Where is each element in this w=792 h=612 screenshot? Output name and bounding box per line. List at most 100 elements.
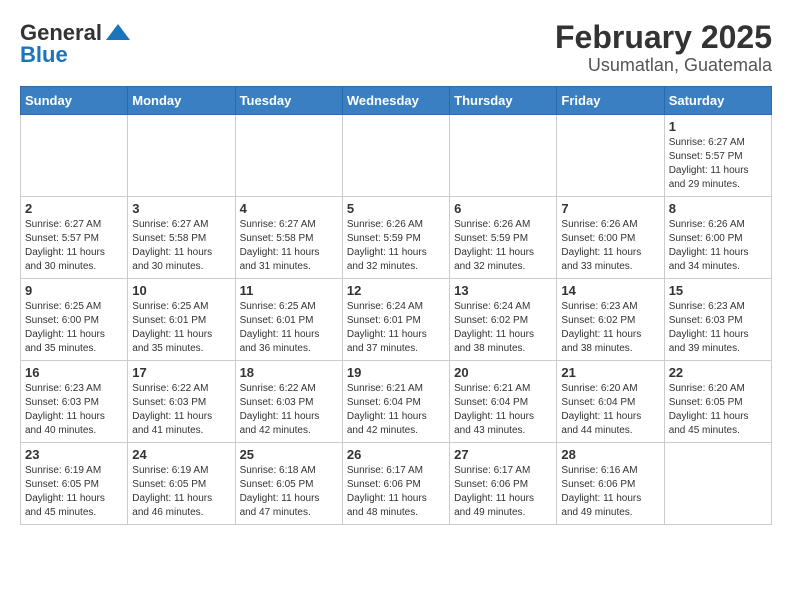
day-info: Sunrise: 6:27 AM Sunset: 5:57 PM Dayligh…	[669, 136, 767, 192]
calendar-cell: 7 Sunrise: 6:26 AM Sunset: 6:00 PM Daylig…	[557, 197, 664, 279]
calendar-cell: 10 Sunrise: 6:25 AM Sunset: 6:01 PM Dayli…	[128, 279, 235, 361]
calendar-cell	[664, 443, 771, 525]
calendar-cell: 20Sunrise: 6:21 AM Sunset: 6:04 PM Dayli…	[450, 361, 557, 443]
day-info: Sunrise: 6:18 AM Sunset: 6:05 PM Dayligh…	[240, 464, 338, 520]
weekday-header: Sunday	[21, 87, 128, 115]
day-number: 25	[240, 447, 338, 462]
calendar-cell	[235, 115, 342, 197]
day-info: Sunrise: 6:27 AM Sunset: 5:57 PM Dayligh…	[25, 218, 123, 274]
day-info: Sunrise: 6:20 AM Sunset: 6:05 PM Dayligh…	[669, 382, 767, 438]
logo: General Blue	[20, 20, 132, 68]
day-info: Sunrise: 6:22 AM Sunset: 6:03 PM Dayligh…	[240, 382, 338, 438]
calendar-cell: 4 Sunrise: 6:27 AM Sunset: 5:58 PM Daylig…	[235, 197, 342, 279]
day-number: 22	[669, 365, 767, 380]
weekday-header: Wednesday	[342, 87, 449, 115]
calendar-cell: 12 Sunrise: 6:24 AM Sunset: 6:01 PM Dayli…	[342, 279, 449, 361]
day-info: Sunrise: 6:25 AM Sunset: 6:01 PM Dayligh…	[132, 300, 230, 356]
day-info: Sunrise: 6:26 AM Sunset: 6:00 PM Dayligh…	[669, 218, 767, 274]
day-number: 4	[240, 201, 338, 216]
day-info: Sunrise: 6:22 AM Sunset: 6:03 PM Dayligh…	[132, 382, 230, 438]
weekday-header: Monday	[128, 87, 235, 115]
calendar-cell: 22 Sunrise: 6:20 AM Sunset: 6:05 PM Dayli…	[664, 361, 771, 443]
day-info: Sunrise: 6:17 AM Sunset: 6:06 PM Dayligh…	[454, 464, 552, 520]
logo-blue: Blue	[20, 42, 68, 68]
calendar-cell: 14 Sunrise: 6:23 AM Sunset: 6:02 PM Dayli…	[557, 279, 664, 361]
day-info: Sunrise: 6:23 AM Sunset: 6:03 PM Dayligh…	[669, 300, 767, 356]
calendar-cell: 8Sunrise: 6:26 AM Sunset: 6:00 PM Daylig…	[664, 197, 771, 279]
day-info: Sunrise: 6:25 AM Sunset: 6:00 PM Dayligh…	[25, 300, 123, 356]
weekday-header: Tuesday	[235, 87, 342, 115]
day-number: 15	[669, 283, 767, 298]
day-number: 10	[132, 283, 230, 298]
day-number: 5	[347, 201, 445, 216]
day-info: Sunrise: 6:17 AM Sunset: 6:06 PM Dayligh…	[347, 464, 445, 520]
calendar-cell: 26 Sunrise: 6:17 AM Sunset: 6:06 PM Dayli…	[342, 443, 449, 525]
calendar-subtitle: Usumatlan, Guatemala	[555, 55, 772, 76]
day-info: Sunrise: 6:19 AM Sunset: 6:05 PM Dayligh…	[132, 464, 230, 520]
day-number: 20	[454, 365, 552, 380]
day-info: Sunrise: 6:26 AM Sunset: 5:59 PM Dayligh…	[347, 218, 445, 274]
weekday-header: Thursday	[450, 87, 557, 115]
day-number: 28	[561, 447, 659, 462]
day-info: Sunrise: 6:27 AM Sunset: 5:58 PM Dayligh…	[132, 218, 230, 274]
calendar-cell: 23 Sunrise: 6:19 AM Sunset: 6:05 PM Dayli…	[21, 443, 128, 525]
logo-icon	[104, 22, 132, 44]
day-number: 14	[561, 283, 659, 298]
day-info: Sunrise: 6:23 AM Sunset: 6:02 PM Dayligh…	[561, 300, 659, 356]
day-number: 24	[132, 447, 230, 462]
calendar-cell	[21, 115, 128, 197]
calendar-week-row: 16 Sunrise: 6:23 AM Sunset: 6:03 PM Dayli…	[21, 361, 772, 443]
day-info: Sunrise: 6:26 AM Sunset: 5:59 PM Dayligh…	[454, 218, 552, 274]
day-number: 3	[132, 201, 230, 216]
calendar-cell: 11Sunrise: 6:25 AM Sunset: 6:01 PM Dayli…	[235, 279, 342, 361]
page-header: General Blue February 2025 Usumatlan, Gu…	[20, 20, 772, 76]
calendar-cell: 17 Sunrise: 6:22 AM Sunset: 6:03 PM Dayli…	[128, 361, 235, 443]
day-info: Sunrise: 6:16 AM Sunset: 6:06 PM Dayligh…	[561, 464, 659, 520]
day-info: Sunrise: 6:27 AM Sunset: 5:58 PM Dayligh…	[240, 218, 338, 274]
calendar-cell: 16 Sunrise: 6:23 AM Sunset: 6:03 PM Dayli…	[21, 361, 128, 443]
day-info: Sunrise: 6:24 AM Sunset: 6:01 PM Dayligh…	[347, 300, 445, 356]
calendar-cell: 24 Sunrise: 6:19 AM Sunset: 6:05 PM Dayli…	[128, 443, 235, 525]
day-number: 26	[347, 447, 445, 462]
day-number: 21	[561, 365, 659, 380]
calendar-cell: 6 Sunrise: 6:26 AM Sunset: 5:59 PM Daylig…	[450, 197, 557, 279]
calendar-cell: 18 Sunrise: 6:22 AM Sunset: 6:03 PM Dayli…	[235, 361, 342, 443]
calendar-week-row: 1 Sunrise: 6:27 AM Sunset: 5:57 PM Daylig…	[21, 115, 772, 197]
calendar-cell: 27 Sunrise: 6:17 AM Sunset: 6:06 PM Dayli…	[450, 443, 557, 525]
day-info: Sunrise: 6:26 AM Sunset: 6:00 PM Dayligh…	[561, 218, 659, 274]
calendar-cell: 2 Sunrise: 6:27 AM Sunset: 5:57 PM Daylig…	[21, 197, 128, 279]
day-number: 13	[454, 283, 552, 298]
calendar-cell: 28 Sunrise: 6:16 AM Sunset: 6:06 PM Dayli…	[557, 443, 664, 525]
calendar-cell: 21 Sunrise: 6:20 AM Sunset: 6:04 PM Dayli…	[557, 361, 664, 443]
calendar-cell: 19 Sunrise: 6:21 AM Sunset: 6:04 PM Dayli…	[342, 361, 449, 443]
day-number: 16	[25, 365, 123, 380]
day-number: 11	[240, 283, 338, 298]
day-info: Sunrise: 6:23 AM Sunset: 6:03 PM Dayligh…	[25, 382, 123, 438]
calendar-week-row: 2 Sunrise: 6:27 AM Sunset: 5:57 PM Daylig…	[21, 197, 772, 279]
calendar-cell	[557, 115, 664, 197]
day-number: 6	[454, 201, 552, 216]
day-number: 7	[561, 201, 659, 216]
calendar-table: SundayMondayTuesdayWednesdayThursdayFrid…	[20, 86, 772, 525]
day-info: Sunrise: 6:19 AM Sunset: 6:05 PM Dayligh…	[25, 464, 123, 520]
day-number: 18	[240, 365, 338, 380]
calendar-cell: 15 Sunrise: 6:23 AM Sunset: 6:03 PM Dayli…	[664, 279, 771, 361]
day-info: Sunrise: 6:24 AM Sunset: 6:02 PM Dayligh…	[454, 300, 552, 356]
day-number: 1	[669, 119, 767, 134]
day-info: Sunrise: 6:21 AM Sunset: 6:04 PM Dayligh…	[347, 382, 445, 438]
day-number: 19	[347, 365, 445, 380]
day-number: 27	[454, 447, 552, 462]
weekday-header: Friday	[557, 87, 664, 115]
calendar-cell: 9 Sunrise: 6:25 AM Sunset: 6:00 PM Daylig…	[21, 279, 128, 361]
day-number: 2	[25, 201, 123, 216]
calendar-cell: 25 Sunrise: 6:18 AM Sunset: 6:05 PM Dayli…	[235, 443, 342, 525]
day-number: 23	[25, 447, 123, 462]
weekday-header: Saturday	[664, 87, 771, 115]
day-number: 9	[25, 283, 123, 298]
day-info: Sunrise: 6:20 AM Sunset: 6:04 PM Dayligh…	[561, 382, 659, 438]
calendar-cell	[128, 115, 235, 197]
day-number: 17	[132, 365, 230, 380]
calendar-cell: 5 Sunrise: 6:26 AM Sunset: 5:59 PM Daylig…	[342, 197, 449, 279]
day-number: 12	[347, 283, 445, 298]
calendar-cell: 3 Sunrise: 6:27 AM Sunset: 5:58 PM Daylig…	[128, 197, 235, 279]
